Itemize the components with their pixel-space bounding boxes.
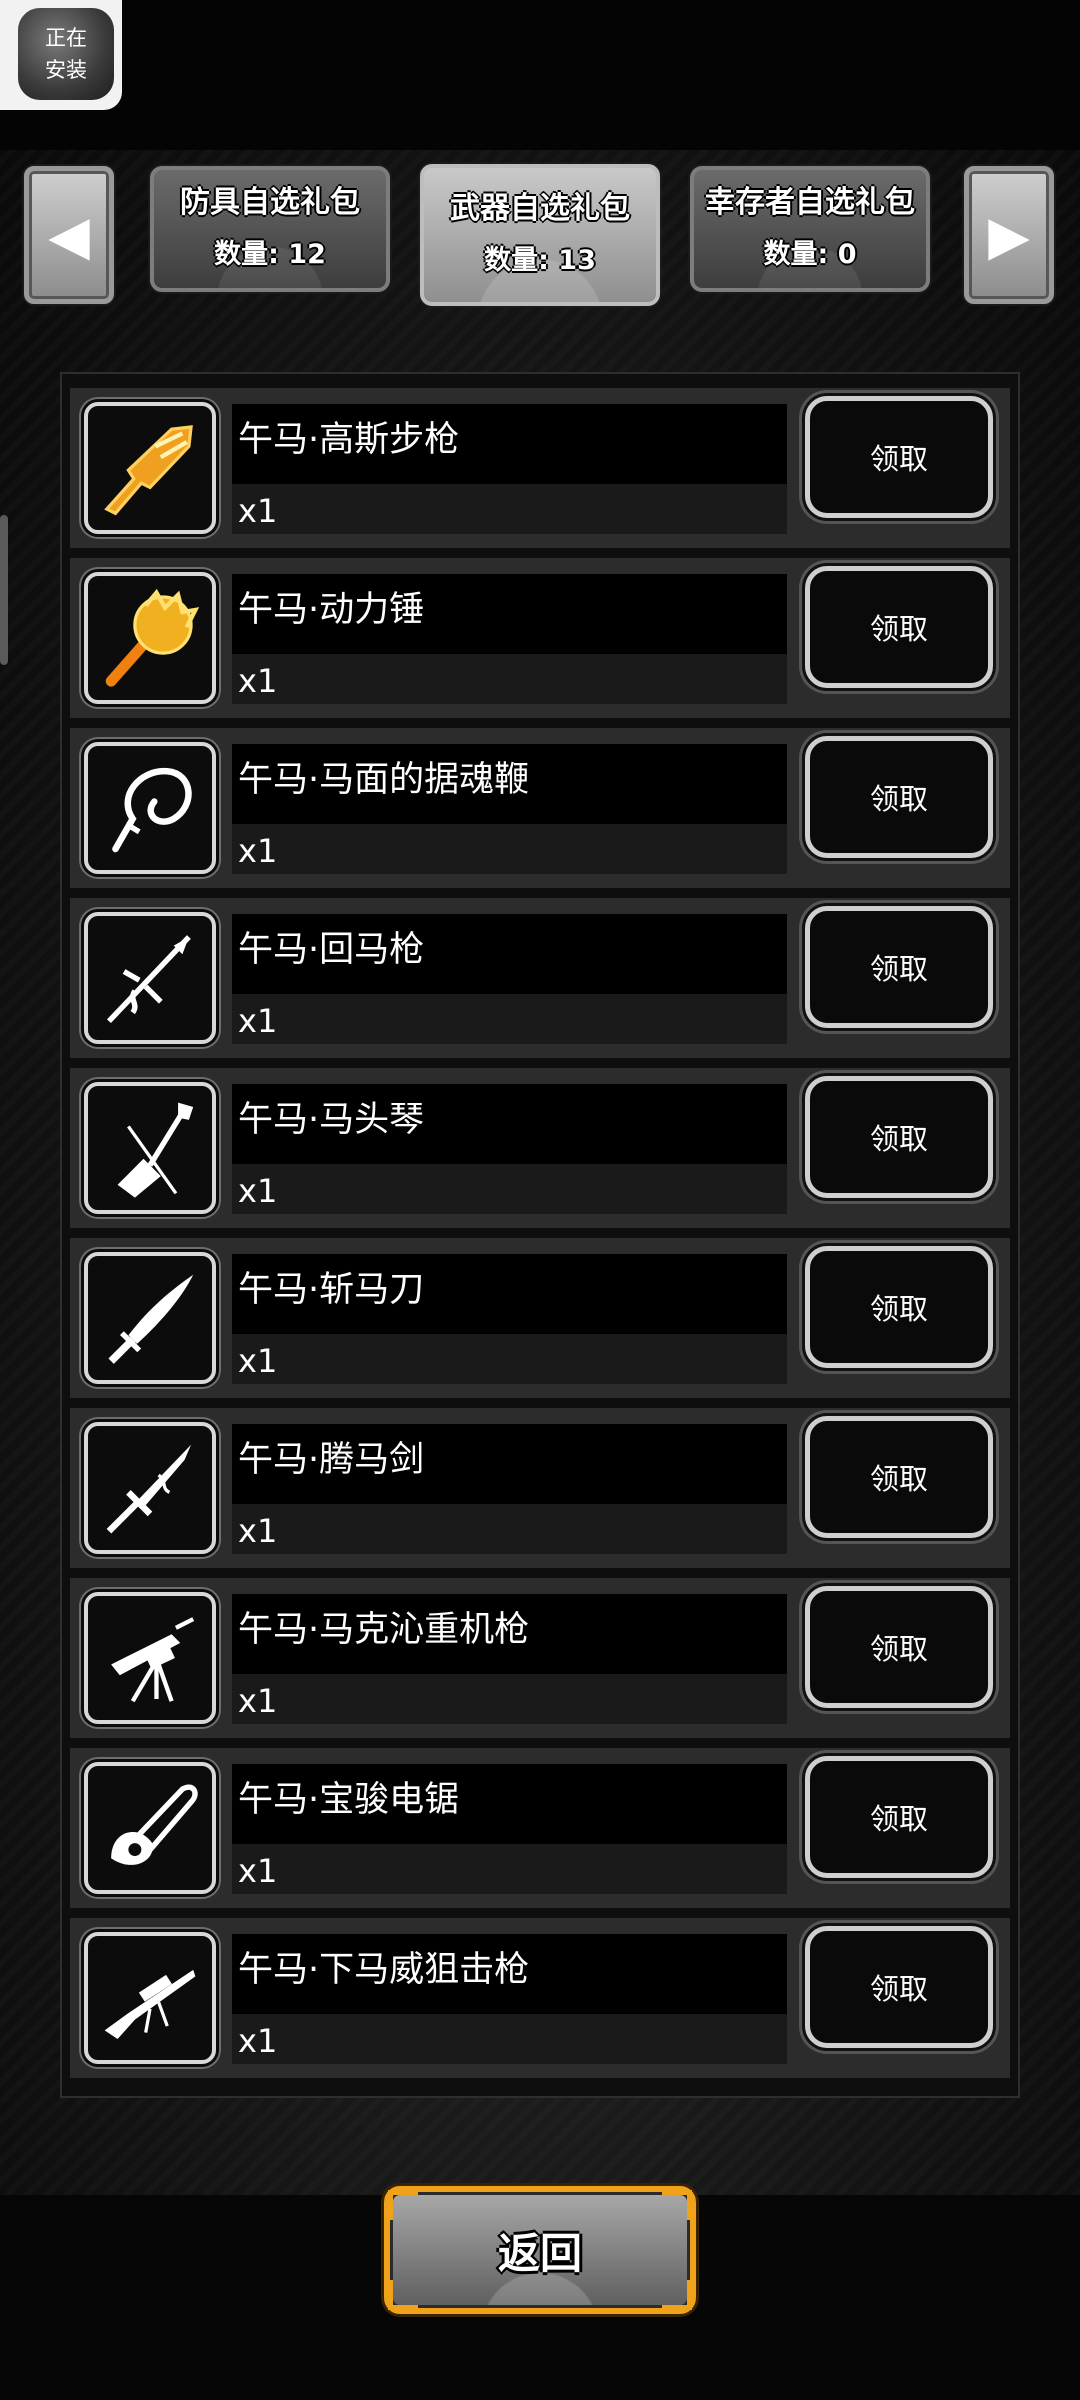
chevron-right-icon: ▶ bbox=[988, 203, 1030, 267]
sniper-rifle-icon bbox=[104, 1969, 196, 2040]
item-quantity: x1 bbox=[238, 1852, 278, 1890]
sword-icon bbox=[106, 1444, 192, 1534]
corner-ornament bbox=[662, 2280, 692, 2310]
item-name: 午马·宝骏电锯 bbox=[238, 1780, 460, 1820]
item-icon-frame bbox=[84, 402, 216, 534]
list-item: 午马·马克沁重机枪 x1 领取 bbox=[70, 1578, 1010, 1738]
qty-bar bbox=[232, 1504, 787, 1554]
qty-bar bbox=[232, 824, 787, 874]
return-button[interactable]: 返回 bbox=[384, 2186, 696, 2314]
list-item: 午马·高斯步枪 x1 领取 bbox=[70, 388, 1010, 548]
installing-line-1: 正在 bbox=[45, 26, 87, 50]
list-item: 午马·腾马剑 x1 领取 bbox=[70, 1408, 1010, 1568]
tab-armor-pack[interactable]: 防具自选礼包 数量: 12 bbox=[150, 166, 390, 292]
claim-button[interactable]: 领取 bbox=[805, 1416, 993, 1538]
claim-button[interactable]: 领取 bbox=[805, 736, 993, 858]
item-quantity: x1 bbox=[238, 1172, 278, 1210]
item-quantity: x1 bbox=[238, 832, 278, 870]
item-icon-frame bbox=[84, 912, 216, 1044]
corner-ornament bbox=[388, 2280, 418, 2310]
claim-button[interactable]: 领取 bbox=[805, 396, 993, 518]
tab-weapon-pack[interactable]: 武器自选礼包 数量: 13 bbox=[420, 164, 660, 306]
machine-gun-icon bbox=[111, 1617, 195, 1703]
app-icon[interactable]: 正在 安装 bbox=[18, 8, 114, 100]
claim-button[interactable]: 领取 bbox=[805, 1586, 993, 1708]
whip-icon bbox=[112, 768, 192, 853]
qty-bar bbox=[232, 1164, 787, 1214]
item-quantity: x1 bbox=[238, 1512, 278, 1550]
item-icon-frame bbox=[84, 1762, 216, 1894]
list-item: 午马·下马威狙击枪 x1 领取 bbox=[70, 1918, 1010, 2078]
item-icon-frame bbox=[84, 572, 216, 704]
spear-icon bbox=[107, 935, 191, 1024]
item-icon-frame bbox=[84, 1932, 216, 2064]
qty-bar bbox=[232, 1844, 787, 1894]
qty-bar bbox=[232, 2014, 787, 2064]
claim-button[interactable]: 领取 bbox=[805, 906, 993, 1028]
qty-bar bbox=[232, 654, 787, 704]
item-name: 午马·高斯步枪 bbox=[238, 420, 460, 460]
item-quantity: x1 bbox=[238, 1682, 278, 1720]
item-name: 午马·马头琴 bbox=[238, 1100, 425, 1140]
list-item: 午马·宝骏电锯 x1 领取 bbox=[70, 1748, 1010, 1908]
horsehead-fiddle-icon bbox=[117, 1102, 194, 1198]
chainsaw-icon bbox=[111, 1784, 198, 1865]
item-name: 午马·动力锤 bbox=[238, 590, 425, 630]
gift-pack-screen: 正在 安装 ◀ 防具自选礼包 数量: 12 武器自选礼包 数量: 13 幸存者自… bbox=[0, 0, 1080, 2400]
item-name: 午马·马克沁重机枪 bbox=[238, 1610, 530, 1650]
item-icon-frame bbox=[84, 1252, 216, 1384]
tab-title: 武器自选礼包 bbox=[450, 191, 630, 226]
tab-title: 幸存者自选礼包 bbox=[705, 185, 915, 220]
item-icon-frame bbox=[84, 742, 216, 874]
item-quantity: x1 bbox=[238, 2022, 278, 2060]
next-tab-button[interactable]: ▶ bbox=[964, 166, 1054, 304]
item-quantity: x1 bbox=[238, 492, 278, 530]
claim-button[interactable]: 领取 bbox=[805, 1246, 993, 1368]
item-name: 午马·下马威狙击枪 bbox=[238, 1950, 530, 1990]
chevron-left-icon: ◀ bbox=[48, 203, 90, 267]
list-item: 午马·动力锤 x1 领取 bbox=[70, 558, 1010, 718]
list-item: 午马·回马枪 x1 领取 bbox=[70, 898, 1010, 1058]
corner-ornament bbox=[388, 2190, 418, 2220]
item-quantity: x1 bbox=[238, 1342, 278, 1380]
item-icon-frame bbox=[84, 1592, 216, 1724]
list-item: 午马·马面的据魂鞭 x1 领取 bbox=[70, 728, 1010, 888]
scroll-indicator[interactable] bbox=[0, 515, 8, 665]
item-name: 午马·斩马刀 bbox=[238, 1270, 425, 1310]
tab-count: 数量: 0 bbox=[763, 239, 857, 270]
blade-icon bbox=[108, 1274, 194, 1364]
item-name: 午马·回马枪 bbox=[238, 930, 425, 970]
list-item: 午马·马头琴 x1 领取 bbox=[70, 1068, 1010, 1228]
gold-hammer-icon bbox=[105, 588, 200, 687]
qty-bar bbox=[232, 1674, 787, 1724]
prev-tab-button[interactable]: ◀ bbox=[24, 166, 114, 304]
tab-survivor-pack[interactable]: 幸存者自选礼包 数量: 0 bbox=[690, 166, 930, 292]
item-icon-frame bbox=[84, 1422, 216, 1554]
item-quantity: x1 bbox=[238, 1002, 278, 1040]
installing-line-2: 安装 bbox=[45, 58, 87, 82]
item-name: 午马·腾马剑 bbox=[238, 1440, 425, 1480]
tab-title: 防具自选礼包 bbox=[180, 185, 360, 220]
corner-ornament bbox=[662, 2190, 692, 2220]
claim-button[interactable]: 领取 bbox=[805, 566, 993, 688]
tab-count: 数量: 12 bbox=[214, 239, 326, 270]
item-quantity: x1 bbox=[238, 662, 278, 700]
qty-bar bbox=[232, 1334, 787, 1384]
qty-bar bbox=[232, 484, 787, 534]
list-item: 午马·斩马刀 x1 领取 bbox=[70, 1238, 1010, 1398]
return-label: 返回 bbox=[497, 2228, 582, 2278]
claim-button[interactable]: 领取 bbox=[805, 1926, 993, 2048]
claim-button[interactable]: 领取 bbox=[805, 1076, 993, 1198]
claim-button[interactable]: 领取 bbox=[805, 1756, 993, 1878]
gold-rifle-icon bbox=[104, 425, 193, 516]
tab-count: 数量: 13 bbox=[484, 245, 596, 276]
item-name: 午马·马面的据魂鞭 bbox=[238, 760, 530, 800]
item-icon-frame bbox=[84, 1082, 216, 1214]
top-band bbox=[0, 0, 1080, 150]
qty-bar bbox=[232, 994, 787, 1044]
installing-badge[interactable]: 正在 安装 bbox=[0, 0, 122, 110]
